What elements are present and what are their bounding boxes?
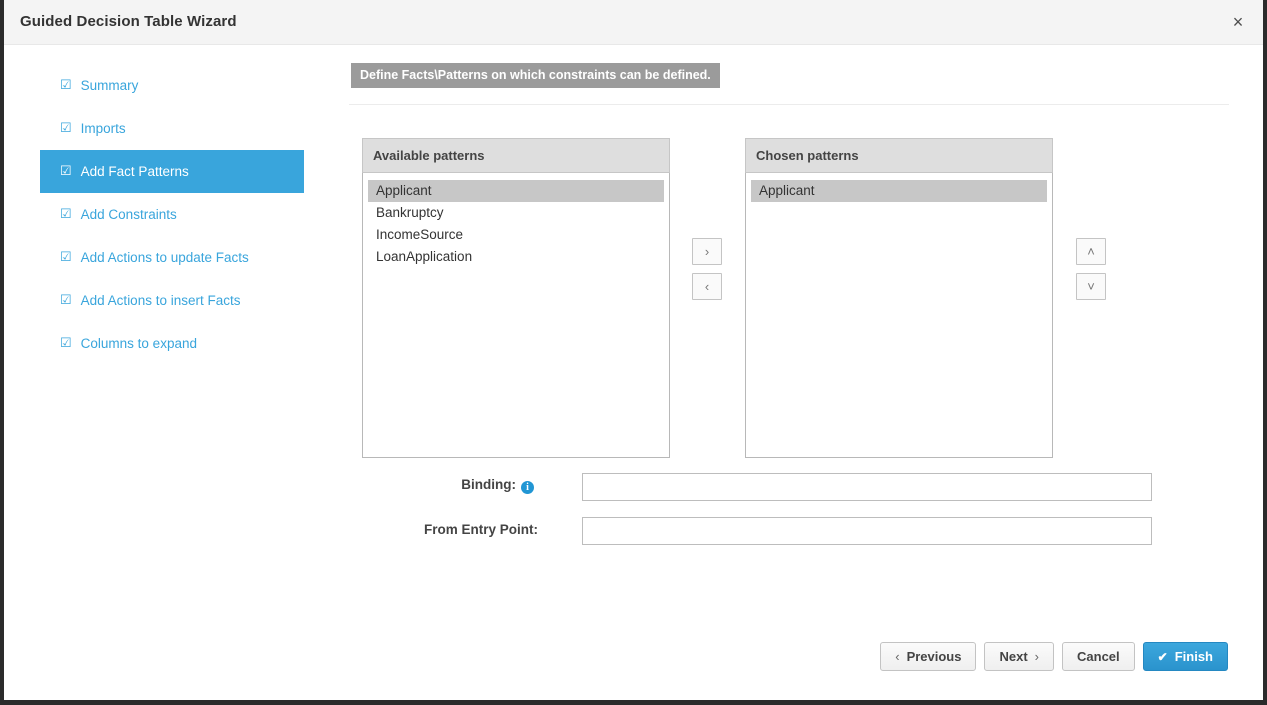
checkbox-checked-icon: ☑ [60,207,72,220]
checkbox-checked-icon: ☑ [60,293,72,306]
sidebar-item-label: Add Actions to update Facts [81,250,249,265]
available-patterns-panel: Available patterns ApplicantBankruptcyIn… [362,138,670,458]
list-item[interactable]: IncomeSource [368,224,664,246]
previous-button[interactable]: ‹ Previous [880,642,976,671]
from-entry-point-row: From Entry Point: [344,518,538,546]
list-item[interactable]: LoanApplication [368,246,664,268]
info-icon[interactable]: i [521,481,534,494]
sidebar-item-summary[interactable]: ☑ Summary [40,64,304,107]
checkbox-checked-icon: ☑ [60,121,72,134]
checkbox-checked-icon: ☑ [60,164,72,177]
move-up-button[interactable]: ˄ [1076,238,1106,265]
dialog-footer: ‹ Previous Next › Cancel ✔ Finish [880,642,1228,671]
remove-pattern-button[interactable]: ‹ [692,273,722,300]
step-instruction-banner: Define Facts\Patterns on which constrain… [351,63,720,88]
content-divider [349,104,1229,105]
chosen-patterns-header: Chosen patterns [745,138,1053,173]
add-pattern-button[interactable]: › [692,238,722,265]
cancel-button[interactable]: Cancel [1062,642,1135,671]
reorder-buttons: ˄ ˅ [1076,238,1108,308]
checkbox-checked-icon: ☑ [60,250,72,263]
list-item[interactable]: Applicant [368,180,664,202]
sidebar-item-label: Imports [81,121,126,136]
list-item[interactable]: Bankruptcy [368,202,664,224]
sidebar-item-imports[interactable]: ☑ Imports [40,107,304,150]
sidebar-item-add-actions-to-insert-facts[interactable]: ☑ Add Actions to insert Facts [40,279,304,322]
move-down-button[interactable]: ˅ [1076,273,1106,300]
list-item[interactable]: Applicant [751,180,1047,202]
available-patterns-list[interactable]: ApplicantBankruptcyIncomeSourceLoanAppli… [362,173,670,458]
dialog-title-bar: Guided Decision Table Wizard × [4,0,1263,45]
button-label: Next [999,649,1027,664]
wizard-dialog: Guided Decision Table Wizard × ☑Summary☑… [0,0,1267,705]
from-entry-point-label: From Entry Point: [424,522,538,537]
sidebar-item-label: Add Constraints [81,207,177,222]
sidebar-item-columns-to-expand[interactable]: ☑ Columns to expand [40,322,304,365]
wizard-step-sidebar: ☑ Summary ☑ Imports ☑ Add Fact Patterns ☑ Add C… [40,64,304,365]
checkbox-checked-icon: ☑ [60,336,72,349]
sidebar-item-add-fact-patterns[interactable]: ☑ Add Fact Patterns [40,150,304,193]
sidebar-item-label: Columns to expand [81,336,197,351]
sidebar-item-add-actions-to-update-facts[interactable]: ☑ Add Actions to update Facts [40,236,304,279]
sidebar-item-label: Add Actions to insert Facts [81,293,241,308]
transfer-buttons: › ‹ [692,238,724,308]
from-entry-point-input[interactable] [582,517,1152,545]
next-button[interactable]: Next › [984,642,1054,671]
button-label: Cancel [1077,649,1120,664]
button-label: Previous [907,649,962,664]
sidebar-item-label: Summary [81,78,139,93]
available-patterns-header: Available patterns [362,138,670,173]
check-icon: ✔ [1158,650,1168,664]
chosen-patterns-panel: Chosen patterns Applicant [745,138,1053,458]
sidebar-item-label: Add Fact Patterns [81,164,189,179]
sidebar-item-add-constraints[interactable]: ☑ Add Constraints [40,193,304,236]
chevron-right-icon: › [1035,649,1039,664]
binding-label: Binding:i [461,477,534,493]
chosen-patterns-list[interactable]: Applicant [745,173,1053,458]
dialog-title: Guided Decision Table Wizard [20,13,237,30]
binding-row: Binding:i [344,473,534,501]
checkbox-checked-icon: ☑ [60,78,72,91]
close-icon[interactable]: × [1227,12,1249,34]
chevron-left-icon: ‹ [895,649,899,664]
finish-button[interactable]: ✔ Finish [1143,642,1228,671]
button-label: Finish [1175,649,1213,664]
binding-input[interactable] [582,473,1152,501]
